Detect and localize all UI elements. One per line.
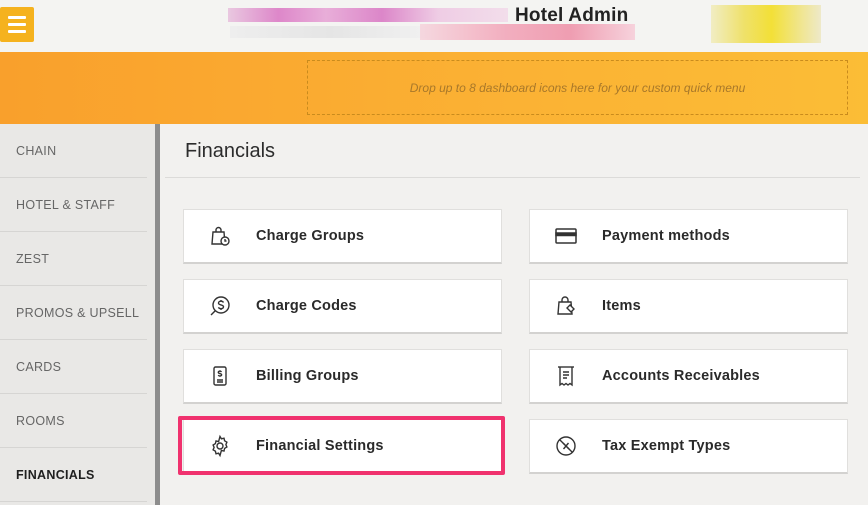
- card-label: Items: [602, 298, 641, 314]
- hamburger-icon[interactable]: [0, 7, 34, 42]
- card-tax-exempt-types[interactable]: Tax Exempt Types: [529, 419, 848, 474]
- bag-clock-icon: [184, 224, 256, 248]
- gear-icon: [184, 434, 256, 458]
- sidebar-item-chain[interactable]: CHAIN: [0, 124, 147, 178]
- card-charge-groups[interactable]: Charge Groups: [183, 209, 502, 264]
- sidebar-item-promos-upsell[interactable]: PROMOS & UPSELL: [0, 286, 147, 340]
- main-content: Financials Charge Groups Payment methods: [165, 124, 868, 505]
- app-title: Hotel Admin: [515, 5, 629, 26]
- sidebar-item-hotel-staff[interactable]: HOTEL & STAFF: [0, 178, 147, 232]
- card-payment-methods[interactable]: Payment methods: [529, 209, 848, 264]
- redacted-user-info-secondary: [230, 26, 430, 38]
- card-items[interactable]: Items: [529, 279, 848, 334]
- dollar-coin-icon: [184, 294, 256, 318]
- card-label: Tax Exempt Types: [602, 438, 731, 454]
- card-label: Financial Settings: [256, 438, 384, 454]
- no-tax-icon: [530, 434, 602, 458]
- page-title: Financials: [185, 140, 276, 162]
- title-divider: [165, 177, 860, 178]
- receipt-dollar-icon: [184, 364, 256, 388]
- receipt-icon: [530, 364, 602, 388]
- card-label: Charge Groups: [256, 228, 365, 244]
- card-label: Billing Groups: [256, 368, 359, 384]
- card-label: Payment methods: [602, 228, 730, 244]
- redacted-logo: [711, 5, 821, 43]
- redacted-user-info: [228, 8, 508, 22]
- credit-card-icon: [530, 224, 602, 248]
- card-accounts-receivables[interactable]: Accounts Receivables: [529, 349, 848, 404]
- quick-menu-dropzone[interactable]: Drop up to 8 dashboard icons here for yo…: [307, 60, 848, 115]
- page-edge: [860, 124, 868, 505]
- card-label: Accounts Receivables: [602, 368, 760, 384]
- sidebar-item-zest[interactable]: ZEST: [0, 232, 147, 286]
- dropzone-placeholder: Drop up to 8 dashboard icons here for yo…: [409, 80, 746, 95]
- card-financial-settings[interactable]: Financial Settings: [183, 419, 502, 474]
- quick-menu-band: Drop up to 8 dashboard icons here for yo…: [0, 52, 868, 124]
- sidebar-item-cards[interactable]: CARDS: [0, 340, 147, 394]
- shopping-bag-tag-icon: [530, 294, 602, 318]
- card-billing-groups[interactable]: Billing Groups: [183, 349, 502, 404]
- sidebar-item-rooms[interactable]: ROOMS: [0, 394, 147, 448]
- card-label: Charge Codes: [256, 298, 357, 314]
- top-bar: Hotel Admin: [0, 0, 868, 52]
- card-charge-codes[interactable]: Charge Codes: [183, 279, 502, 334]
- sidebar-item-financials[interactable]: FINANCIALS: [0, 448, 147, 502]
- sidebar: CHAIN HOTEL & STAFF ZEST PROMOS & UPSELL…: [0, 124, 160, 505]
